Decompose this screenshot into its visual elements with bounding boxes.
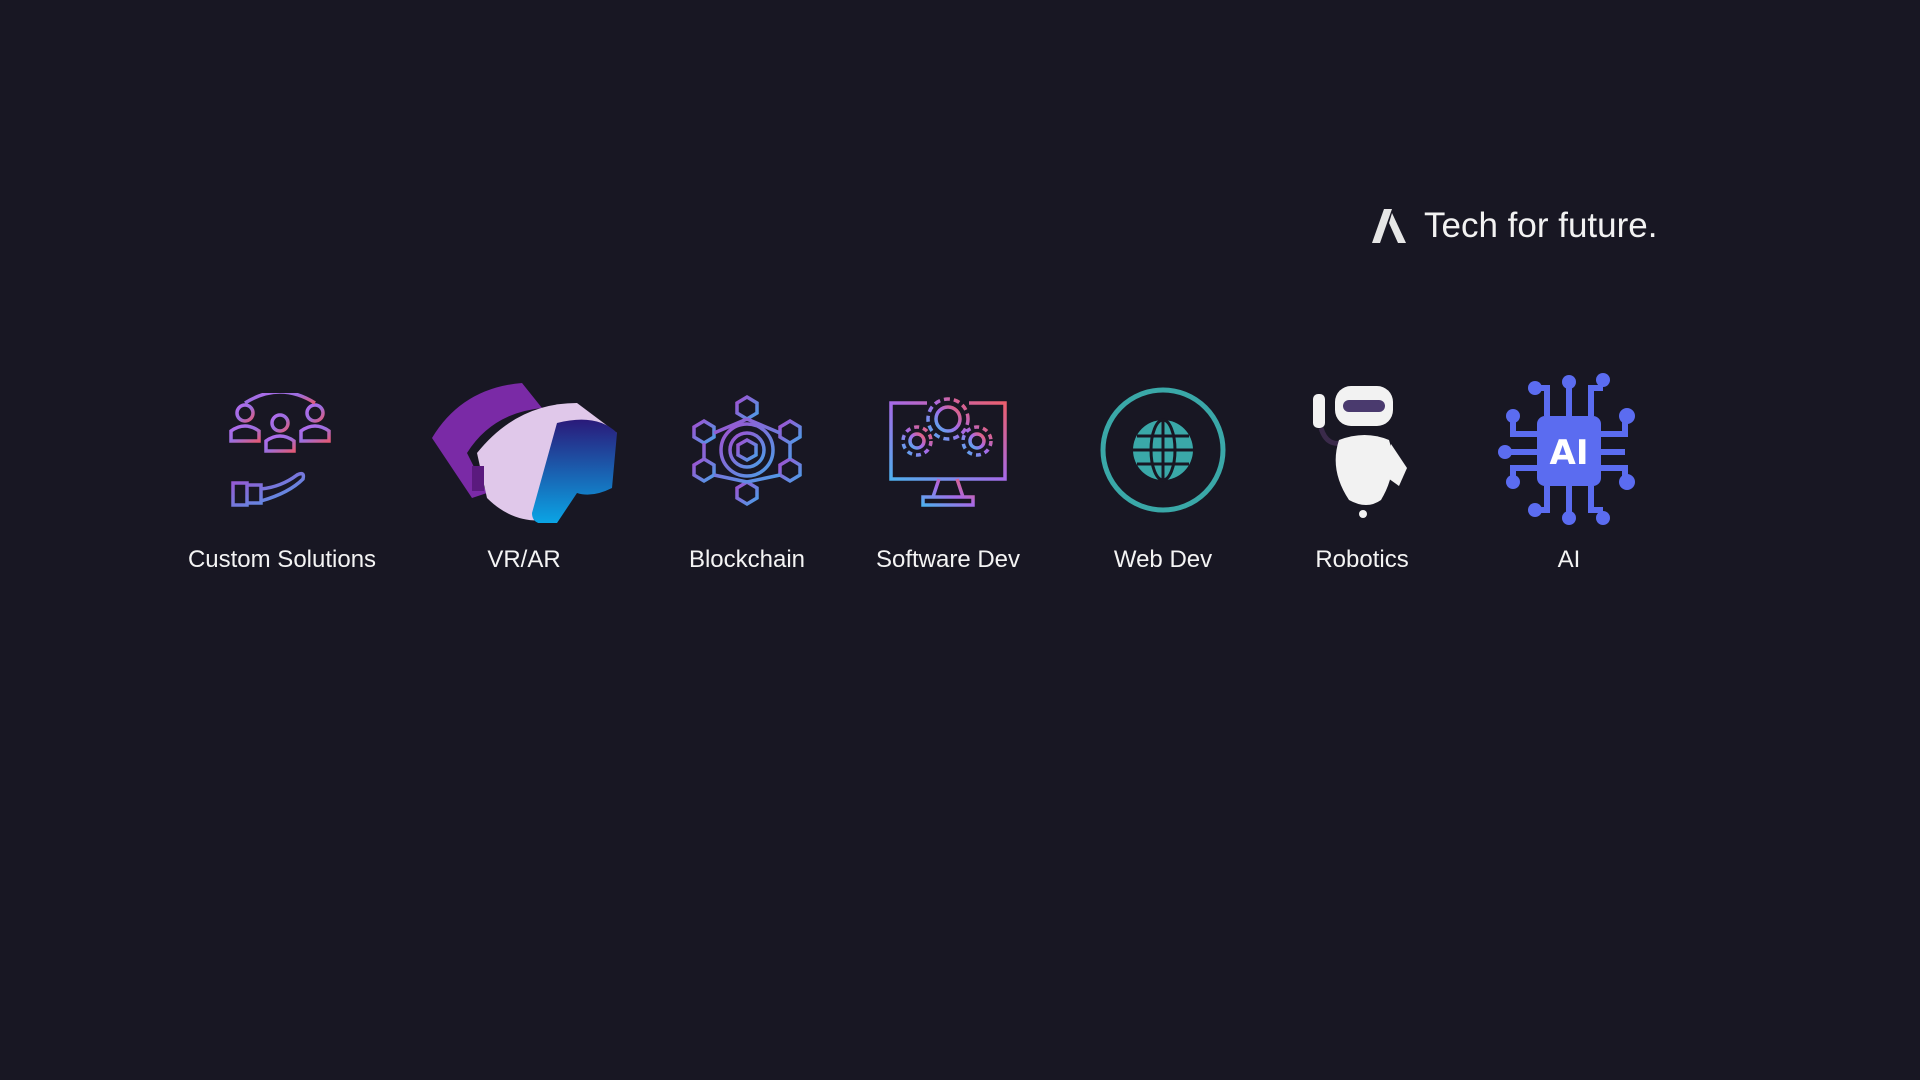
ai-chip-icon: AI xyxy=(1497,372,1635,525)
service-label: AI xyxy=(1557,546,1581,573)
service-vr-ar[interactable]: VR/AR xyxy=(404,360,644,574)
service-ai[interactable]: AI AI xyxy=(1449,360,1689,574)
robot-icon xyxy=(1313,386,1407,518)
service-robotics[interactable]: Robotics xyxy=(1242,360,1482,574)
monitor-gears-icon xyxy=(889,397,1007,507)
service-custom-solutions[interactable]: Custom Solutions xyxy=(162,360,402,574)
ai-chip-text: AI xyxy=(1549,433,1588,473)
service-label: VR/AR xyxy=(487,546,561,573)
service-label: Robotics xyxy=(1315,546,1409,573)
tagline-text: Tech for future. xyxy=(1424,206,1658,245)
service-software-dev[interactable]: Software Dev xyxy=(828,360,1068,574)
vr-headset-icon xyxy=(431,382,617,523)
tagline: Tech for future. xyxy=(1372,206,1657,246)
service-label: Custom Solutions xyxy=(187,546,377,573)
team-hand-icon xyxy=(229,392,331,507)
brand-logo-icon xyxy=(1372,209,1406,243)
globe-icon xyxy=(1100,387,1226,513)
blockchain-icon xyxy=(692,394,802,506)
service-label: Software Dev xyxy=(875,546,1021,573)
